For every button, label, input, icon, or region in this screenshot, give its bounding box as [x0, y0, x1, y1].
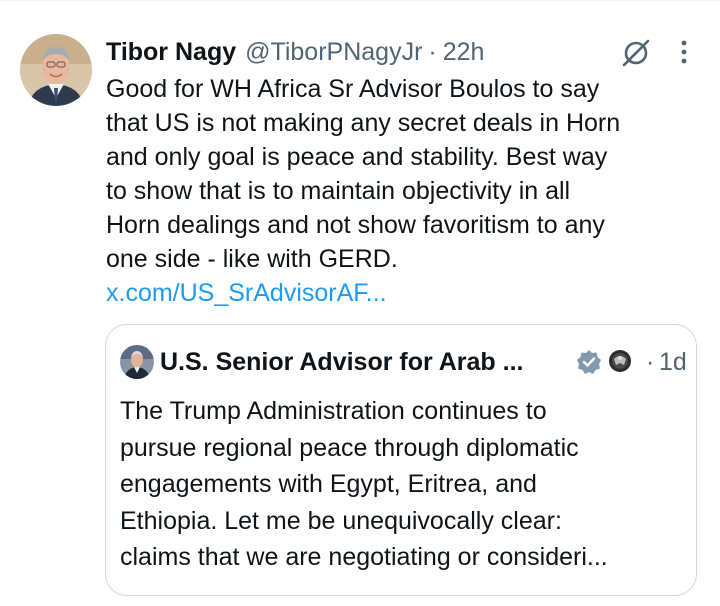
- author-handle[interactable]: @TiborPNagyJr: [245, 38, 422, 67]
- tweet-body-line: Good for WH Africa Sr Advisor Boulos to …: [106, 75, 600, 103]
- tweet-body: Good for WH Africa Sr Advisor Boulos to …: [106, 72, 706, 310]
- grok-icon[interactable]: [619, 36, 653, 70]
- tweet-timestamp[interactable]: 22h: [443, 38, 485, 67]
- author-name[interactable]: Tibor Nagy: [106, 38, 236, 67]
- tweet-header: Tibor Nagy @TiborPNagyJr · 22h: [106, 34, 484, 70]
- more-options-icon[interactable]: [672, 38, 696, 66]
- separator-dot: ·: [428, 37, 437, 66]
- quoted-tweet-timestamp[interactable]: 1d: [659, 345, 687, 379]
- tweet-body-line: one side - like with GERD.: [106, 245, 398, 273]
- tweet-body-line: that US is not making any secret deals i…: [106, 109, 621, 137]
- quoted-body-line: Ethiopia. Let me be unequivocally clear:: [120, 506, 562, 535]
- quoted-body-line: pursue regional peace through diplomatic: [120, 433, 579, 462]
- tweet-link[interactable]: x.com/US_SrAdvisorAF...: [106, 276, 706, 310]
- quoted-body-line: engagements with Egypt, Eritrea, and: [120, 470, 537, 498]
- quoted-author-name[interactable]: U.S. Senior Advisor for Arab ...: [160, 345, 524, 379]
- tweet-body-line: Horn dealings and not show favoritism to…: [106, 211, 605, 239]
- tweet-body-line: and only goal is peace and stability. Be…: [106, 143, 608, 171]
- quoted-tweet-body: The Trump Administration continues to pu…: [120, 393, 690, 576]
- quoted-body-line: claims that we are negotiating or consid…: [120, 543, 608, 571]
- tweet-body-line: to show that is to maintain objectivity …: [106, 177, 571, 205]
- quoted-tweet-card[interactable]: U.S. Senior Advisor for Arab ... · 1d Th…: [105, 324, 697, 596]
- author-avatar[interactable]: [20, 34, 92, 106]
- verified-badge-icon: [576, 349, 602, 375]
- top-divider: [0, 0, 720, 1]
- quoted-body-line: The Trump Administration continues to: [120, 397, 547, 425]
- government-seal-icon: [606, 347, 634, 375]
- separator-dot: ·: [646, 348, 655, 376]
- quoted-author-avatar[interactable]: [120, 345, 154, 379]
